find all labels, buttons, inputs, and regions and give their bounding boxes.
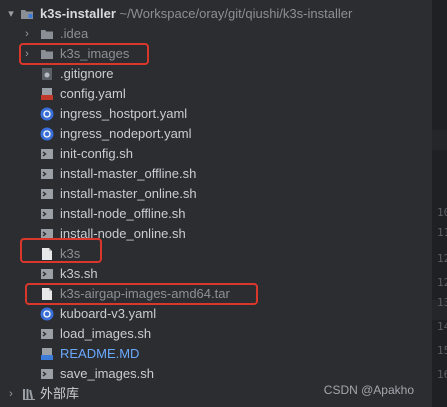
- tree-item-label: README.MD: [60, 346, 140, 361]
- yaml-file-icon: [41, 88, 53, 100]
- tree-item-ingress-nodeport[interactable]: ingress_nodeport.yaml: [0, 124, 432, 144]
- shell-script-icon: [41, 169, 53, 179]
- tree-item-kuboard[interactable]: kuboard-v3.yaml: [0, 304, 432, 324]
- editor-gutter: 10 11 12 12 13 14 15 16: [432, 0, 447, 407]
- kubernetes-icon: [40, 307, 54, 321]
- tree-item-save-images[interactable]: save_images.sh: [0, 364, 432, 384]
- tree-item-label: install-master_offline.sh: [60, 166, 197, 181]
- shell-script-icon: [41, 209, 53, 219]
- tree-item-label: .gitignore: [60, 66, 114, 81]
- tree-item-label: install-node_offline.sh: [60, 206, 186, 221]
- chevron-down-icon[interactable]: ▾: [6, 4, 16, 24]
- tree-item-load-images[interactable]: load_images.sh: [0, 324, 432, 344]
- shell-script-icon: [41, 149, 53, 159]
- tree-item-label: .idea: [60, 26, 89, 41]
- watermark: CSDN @Apakho: [323, 383, 414, 397]
- chevron-right-icon[interactable]: ›: [22, 24, 32, 44]
- project-tree-panel: ▾ k3s-installer ~/Workspace/oray/git/qiu…: [0, 0, 432, 407]
- markdown-file-icon: [41, 348, 53, 360]
- tree-item-gitignore[interactable]: .gitignore: [0, 64, 432, 84]
- line-number: 15: [437, 344, 447, 357]
- tree-item-config-yaml[interactable]: config.yaml: [0, 84, 432, 104]
- shell-script-icon: [41, 189, 53, 199]
- line-number: 10: [437, 206, 447, 219]
- tree-item-label: k3s.sh: [60, 266, 98, 281]
- tree-item-label: 外部库: [40, 386, 80, 401]
- gutter-stripe: [432, 130, 447, 150]
- line-number: 12: [437, 276, 447, 289]
- library-icon: [23, 389, 35, 400]
- tree-item-idea[interactable]: › .idea: [0, 24, 432, 44]
- tree-item-install-master-online[interactable]: install-master_online.sh: [0, 184, 432, 204]
- line-number: 13: [437, 296, 447, 309]
- tree-item-readme[interactable]: README.MD: [0, 344, 432, 364]
- tree-item-install-master-offline[interactable]: install-master_offline.sh: [0, 164, 432, 184]
- shell-script-icon: [41, 369, 53, 379]
- line-number: 14: [437, 320, 447, 333]
- tree-item-label: load_images.sh: [60, 326, 152, 341]
- tree-item-label: init-config.sh: [60, 146, 133, 161]
- tree-item-label: kuboard-v3.yaml: [60, 306, 157, 321]
- tree-root[interactable]: ▾ k3s-installer ~/Workspace/oray/git/qiu…: [0, 4, 432, 24]
- chevron-right-icon[interactable]: ›: [6, 384, 16, 404]
- highlight-box: [19, 43, 149, 65]
- highlight-box: [20, 238, 102, 263]
- project-path: ~/Workspace/oray/git/qiushi/k3s-installe…: [119, 6, 353, 21]
- shell-script-icon: [41, 329, 53, 339]
- kubernetes-icon: [40, 127, 54, 141]
- folder-icon: [41, 30, 53, 39]
- project-name: k3s-installer: [40, 6, 116, 21]
- line-number: 16: [437, 368, 447, 381]
- tree-item-install-node-offline[interactable]: install-node_offline.sh: [0, 204, 432, 224]
- shell-script-icon: [41, 269, 53, 279]
- highlight-box: [25, 283, 258, 305]
- tree-item-label: ingress_nodeport.yaml: [60, 126, 192, 141]
- tree-item-label: install-master_online.sh: [60, 186, 197, 201]
- tree-item-label: config.yaml: [60, 86, 126, 101]
- tree-item-k3s-sh[interactable]: k3s.sh: [0, 264, 432, 284]
- gitignore-icon: [42, 68, 52, 80]
- tree-item-label: save_images.sh: [60, 366, 154, 381]
- line-number: 11: [437, 226, 447, 239]
- folder-icon: [21, 10, 33, 19]
- line-number: 12: [437, 252, 447, 265]
- tree-item-ingress-hostport[interactable]: ingress_hostport.yaml: [0, 104, 432, 124]
- tree-item-label: ingress_hostport.yaml: [60, 106, 188, 121]
- kubernetes-icon: [40, 107, 54, 121]
- tree-item-init-config[interactable]: init-config.sh: [0, 144, 432, 164]
